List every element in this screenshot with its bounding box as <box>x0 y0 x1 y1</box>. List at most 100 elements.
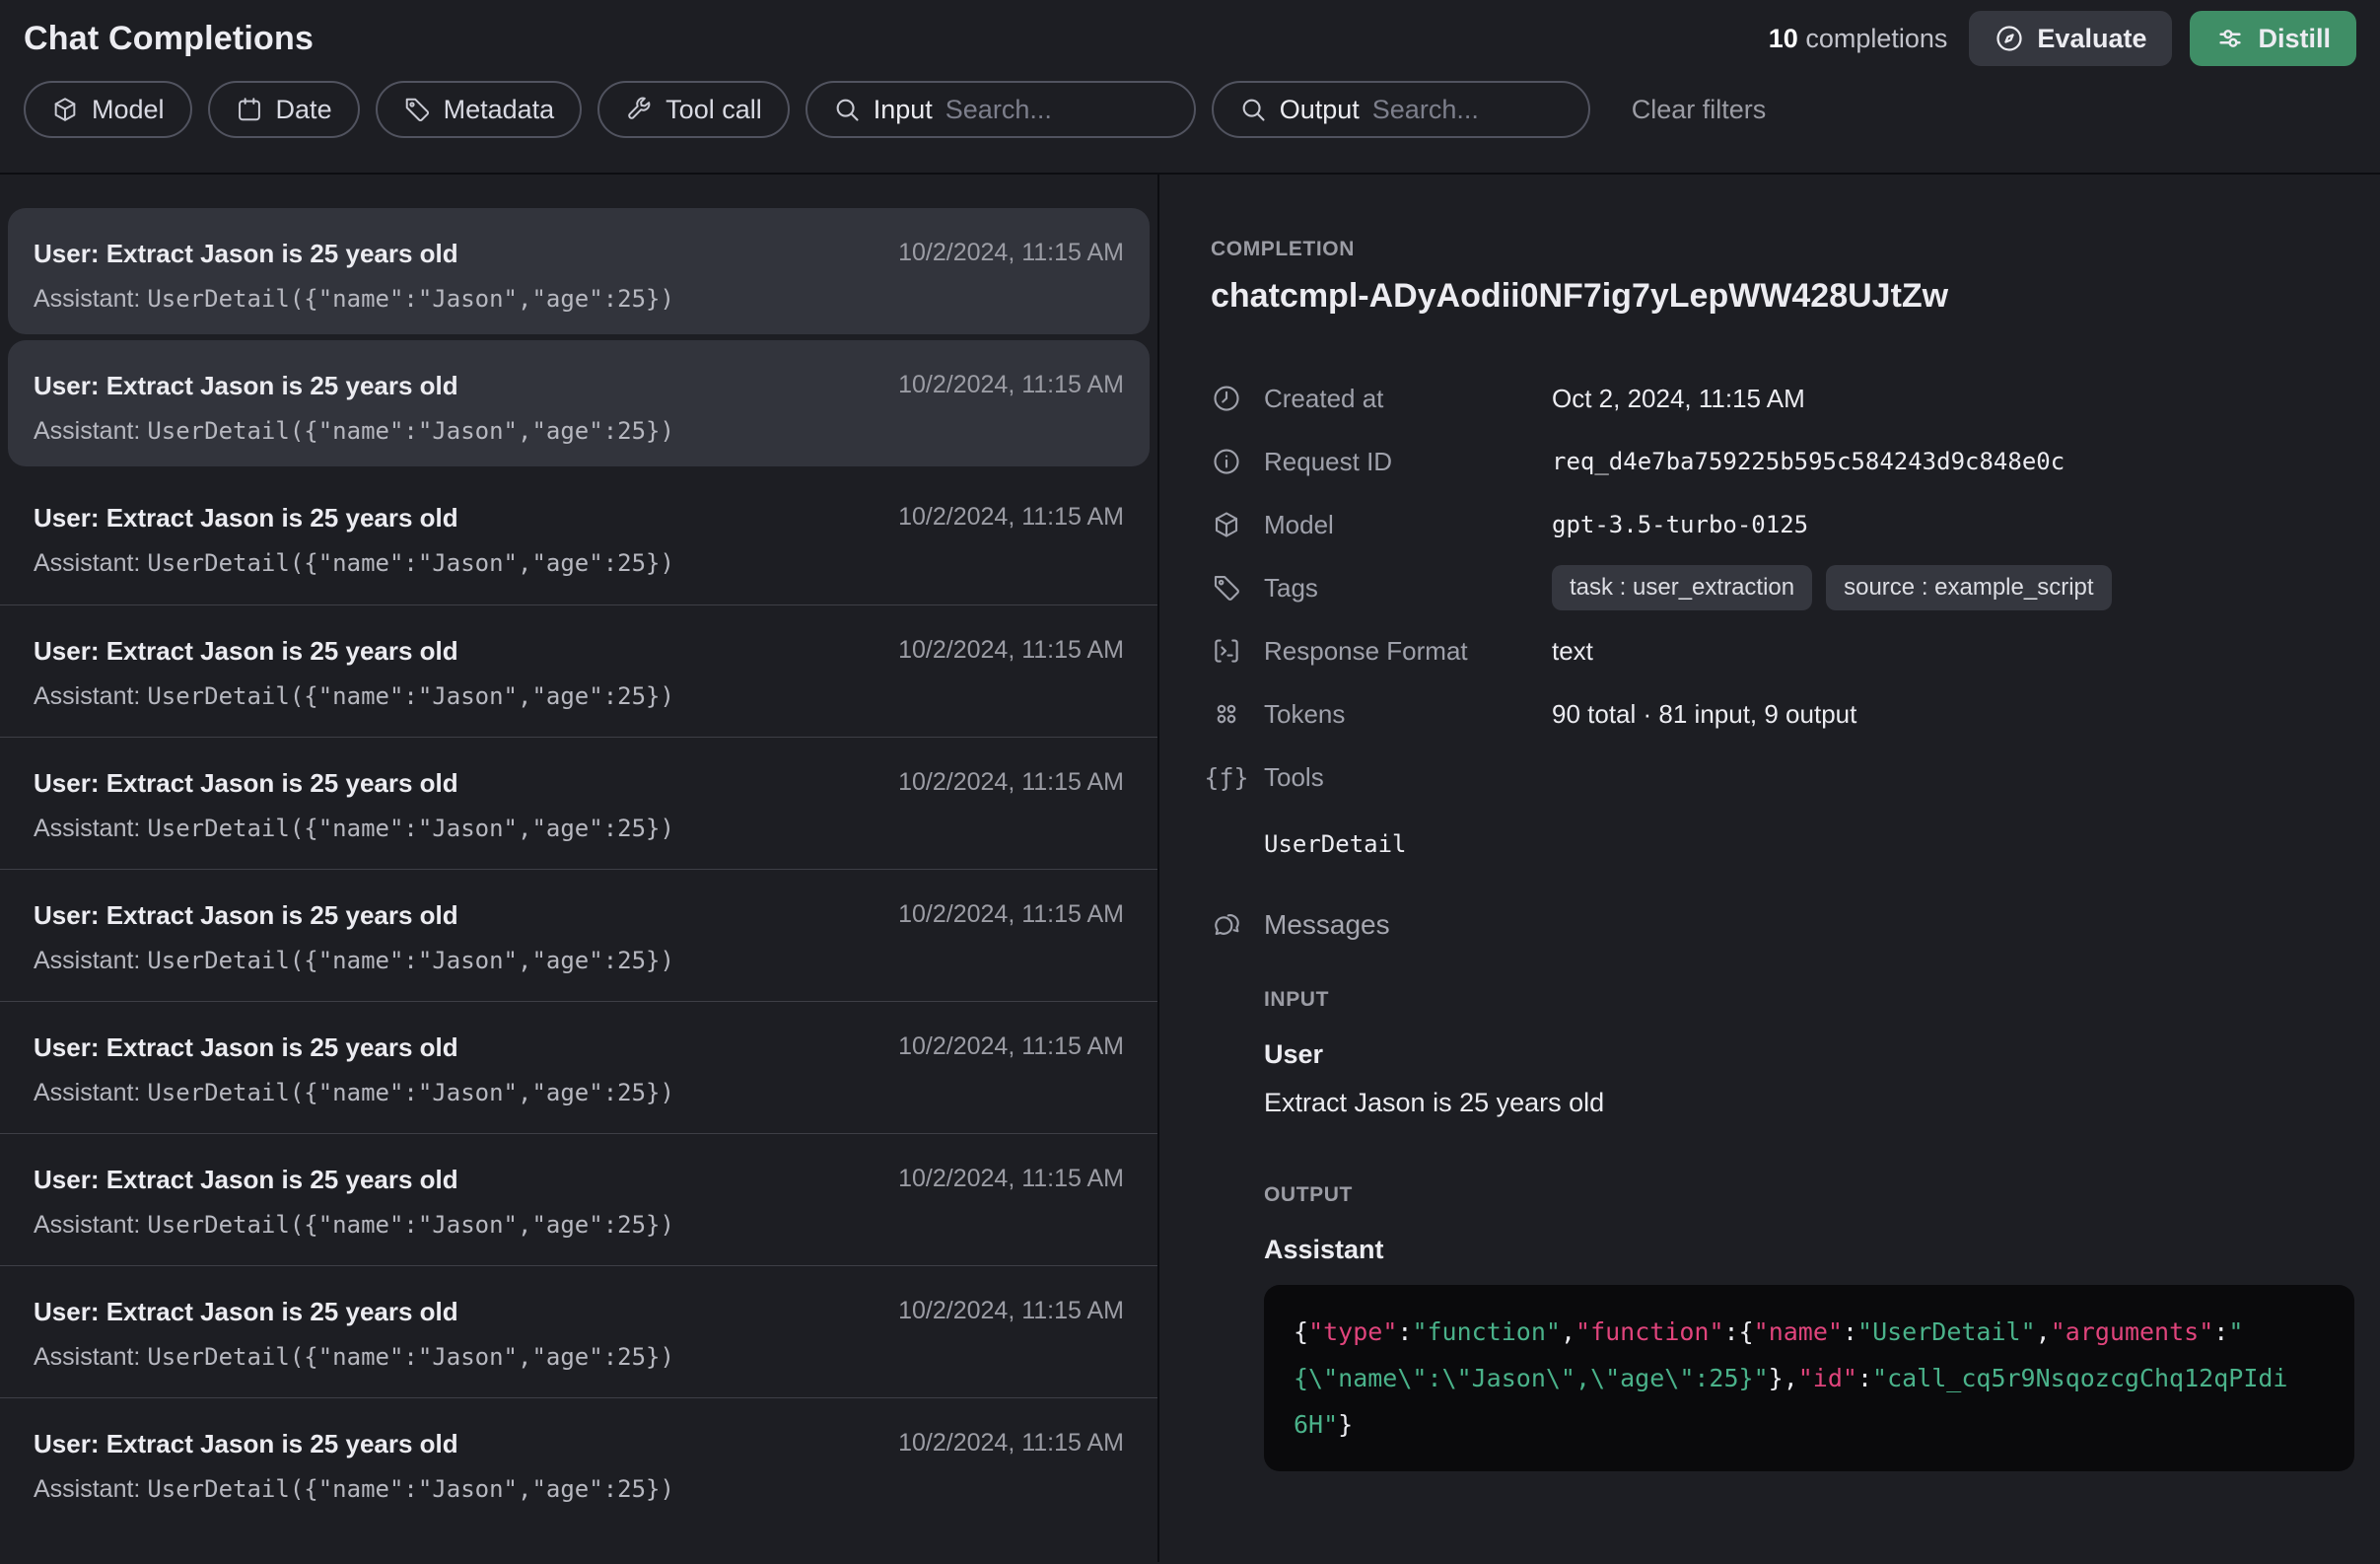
filter-date-button[interactable]: Date <box>208 81 360 138</box>
completions-list: User: Extract Jason is 25 years old Assi… <box>0 175 1159 1562</box>
tag-badge: task : user_extraction <box>1552 565 1812 610</box>
calendar-icon <box>236 96 263 123</box>
output-search-field[interactable] <box>1372 95 1563 125</box>
completion-list-item[interactable]: User: Extract Jason is 25 years old Assi… <box>0 1265 1157 1397</box>
item-assistant-prefix: Assistant: <box>34 285 140 313</box>
item-timestamp: 10/2/2024, 11:15 AM <box>898 636 1124 665</box>
filter-tool-call-label: Tool call <box>665 95 762 125</box>
assistant-role-label: Assistant <box>1264 1235 2350 1265</box>
item-assistant-text: Assistant: UserDetail({"name":"Jason","a… <box>34 815 674 843</box>
completion-list-item[interactable]: User: Extract Jason is 25 years old Assi… <box>0 340 1157 472</box>
user-message-text: Extract Jason is 25 years old <box>1264 1088 2350 1118</box>
completion-list-item[interactable]: User: Extract Jason is 25 years old Assi… <box>0 208 1157 340</box>
messages-header: Messages <box>1211 909 2350 941</box>
response-format-value: text <box>1552 636 1593 667</box>
completions-count-label: completions <box>1805 24 1947 53</box>
completion-list-item[interactable]: User: Extract Jason is 25 years old Assi… <box>0 737 1157 869</box>
input-search-pill[interactable]: Input <box>805 81 1196 138</box>
header-actions: 10 completions Evaluate Distill <box>1769 11 2356 66</box>
function-braces-icon: {ƒ} <box>1211 763 1242 792</box>
wrench-icon <box>625 96 653 123</box>
output-section-label: OUTPUT <box>1264 1183 2350 1207</box>
input-search-field[interactable] <box>945 95 1168 125</box>
completion-list-item[interactable]: User: Extract Jason is 25 years old Assi… <box>0 1133 1157 1265</box>
item-user-text: User: Extract Jason is 25 years old <box>34 503 674 533</box>
item-assistant-prefix: Assistant: <box>34 1211 140 1239</box>
filter-date-label: Date <box>276 95 332 125</box>
item-timestamp: 10/2/2024, 11:15 AM <box>898 1429 1124 1457</box>
item-user-text: User: Extract Jason is 25 years old <box>34 636 674 667</box>
evaluate-button-label: Evaluate <box>2037 24 2146 54</box>
completion-list-item[interactable]: User: Extract Jason is 25 years old Assi… <box>0 1001 1157 1133</box>
prop-model: Model gpt-3.5-turbo-0125 <box>1211 493 2350 556</box>
evaluate-button[interactable]: Evaluate <box>1969 11 2172 66</box>
filter-metadata-label: Metadata <box>444 95 555 125</box>
chat-bubbles-icon <box>1211 910 1242 940</box>
item-user-text: User: Extract Jason is 25 years old <box>34 768 674 799</box>
prop-tags: Tags task : user_extraction source : exa… <box>1211 556 2350 619</box>
input-section-label: INPUT <box>1264 988 2350 1012</box>
item-user-text: User: Extract Jason is 25 years old <box>34 371 674 401</box>
item-user-text: User: Extract Jason is 25 years old <box>34 1297 674 1327</box>
item-assistant-text: Assistant: UserDetail({"name":"Jason","a… <box>34 417 674 446</box>
item-assistant-code: UserDetail({"name":"Jason","age":25}) <box>147 1343 674 1371</box>
filter-tool-call-button[interactable]: Tool call <box>597 81 790 138</box>
item-assistant-prefix: Assistant: <box>34 549 140 577</box>
distill-button-label: Distill <box>2258 24 2331 54</box>
item-assistant-prefix: Assistant: <box>34 417 140 445</box>
output-search-pill[interactable]: Output <box>1212 81 1590 138</box>
item-timestamp: 10/2/2024, 11:15 AM <box>898 1032 1124 1061</box>
tag-badge: source : example_script <box>1826 565 2111 610</box>
filter-metadata-button[interactable]: Metadata <box>376 81 583 138</box>
item-timestamp: 10/2/2024, 11:15 AM <box>898 503 1124 532</box>
item-assistant-text: Assistant: UserDetail({"name":"Jason","a… <box>34 1343 674 1372</box>
compass-icon <box>1995 24 2024 53</box>
item-timestamp: 10/2/2024, 11:15 AM <box>898 1165 1124 1193</box>
tokens-value: 90 total · 81 input, 9 output <box>1552 699 1856 730</box>
item-assistant-code: UserDetail({"name":"Jason","age":25}) <box>147 1211 674 1239</box>
filter-model-button[interactable]: Model <box>24 81 192 138</box>
completion-list-item[interactable]: User: Extract Jason is 25 years old Assi… <box>0 1397 1157 1529</box>
item-user-text: User: Extract Jason is 25 years old <box>34 239 674 269</box>
info-icon <box>1211 447 1242 476</box>
item-assistant-text: Assistant: UserDetail({"name":"Jason","a… <box>34 549 674 578</box>
item-user-text: User: Extract Jason is 25 years old <box>34 1165 674 1195</box>
search-icon <box>1239 96 1267 123</box>
completions-count: 10 completions <box>1769 24 1948 54</box>
tool-name: UserDetail <box>1264 830 2350 858</box>
clock-icon <box>1211 384 1242 413</box>
tools-label: Tools <box>1264 762 1324 793</box>
request-id-value: req_d4e7ba759225b595c584243d9c848e0c <box>1552 448 2065 475</box>
filter-bar: Model Date Metadata Tool call Input <box>24 81 2356 138</box>
search-icon <box>833 96 861 123</box>
item-assistant-text: Assistant: UserDetail({"name":"Jason","a… <box>34 947 674 975</box>
item-assistant-code: UserDetail({"name":"Jason","age":25}) <box>147 947 674 974</box>
request-id-label: Request ID <box>1264 447 1392 477</box>
response-format-label: Response Format <box>1264 636 1468 667</box>
completion-list-item[interactable]: User: Extract Jason is 25 years old Assi… <box>0 472 1157 604</box>
item-timestamp: 10/2/2024, 11:15 AM <box>898 371 1124 399</box>
item-timestamp: 10/2/2024, 11:15 AM <box>898 900 1124 929</box>
item-assistant-code: UserDetail({"name":"Jason","age":25}) <box>147 417 674 445</box>
item-assistant-code: UserDetail({"name":"Jason","age":25}) <box>147 1079 674 1106</box>
item-timestamp: 10/2/2024, 11:15 AM <box>898 1297 1124 1325</box>
item-assistant-prefix: Assistant: <box>34 682 140 710</box>
completions-count-number: 10 <box>1769 24 1798 53</box>
item-assistant-code: UserDetail({"name":"Jason","age":25}) <box>147 549 674 577</box>
item-assistant-prefix: Assistant: <box>34 1475 140 1503</box>
distill-button[interactable]: Distill <box>2190 11 2356 66</box>
completion-list-item[interactable]: User: Extract Jason is 25 years old Assi… <box>0 869 1157 1001</box>
item-assistant-text: Assistant: UserDetail({"name":"Jason","a… <box>34 1211 674 1240</box>
messages-label: Messages <box>1264 909 1390 941</box>
completion-id: chatcmpl-ADyAodii0NF7ig7yLepWW428UJtZw <box>1211 277 2350 316</box>
cube-icon <box>51 96 79 123</box>
item-assistant-code: UserDetail({"name":"Jason","age":25}) <box>147 285 674 313</box>
model-label: Model <box>1264 510 1334 540</box>
page-title: Chat Completions <box>24 20 314 58</box>
app-header: Chat Completions 10 completions Evaluate… <box>0 0 2380 175</box>
completion-list-item[interactable]: User: Extract Jason is 25 years old Assi… <box>0 604 1157 737</box>
model-value: gpt-3.5-turbo-0125 <box>1552 511 1808 538</box>
tokens-dots-icon <box>1211 699 1242 729</box>
clear-filters-link[interactable]: Clear filters <box>1632 95 1767 125</box>
tokens-label: Tokens <box>1264 699 1345 730</box>
